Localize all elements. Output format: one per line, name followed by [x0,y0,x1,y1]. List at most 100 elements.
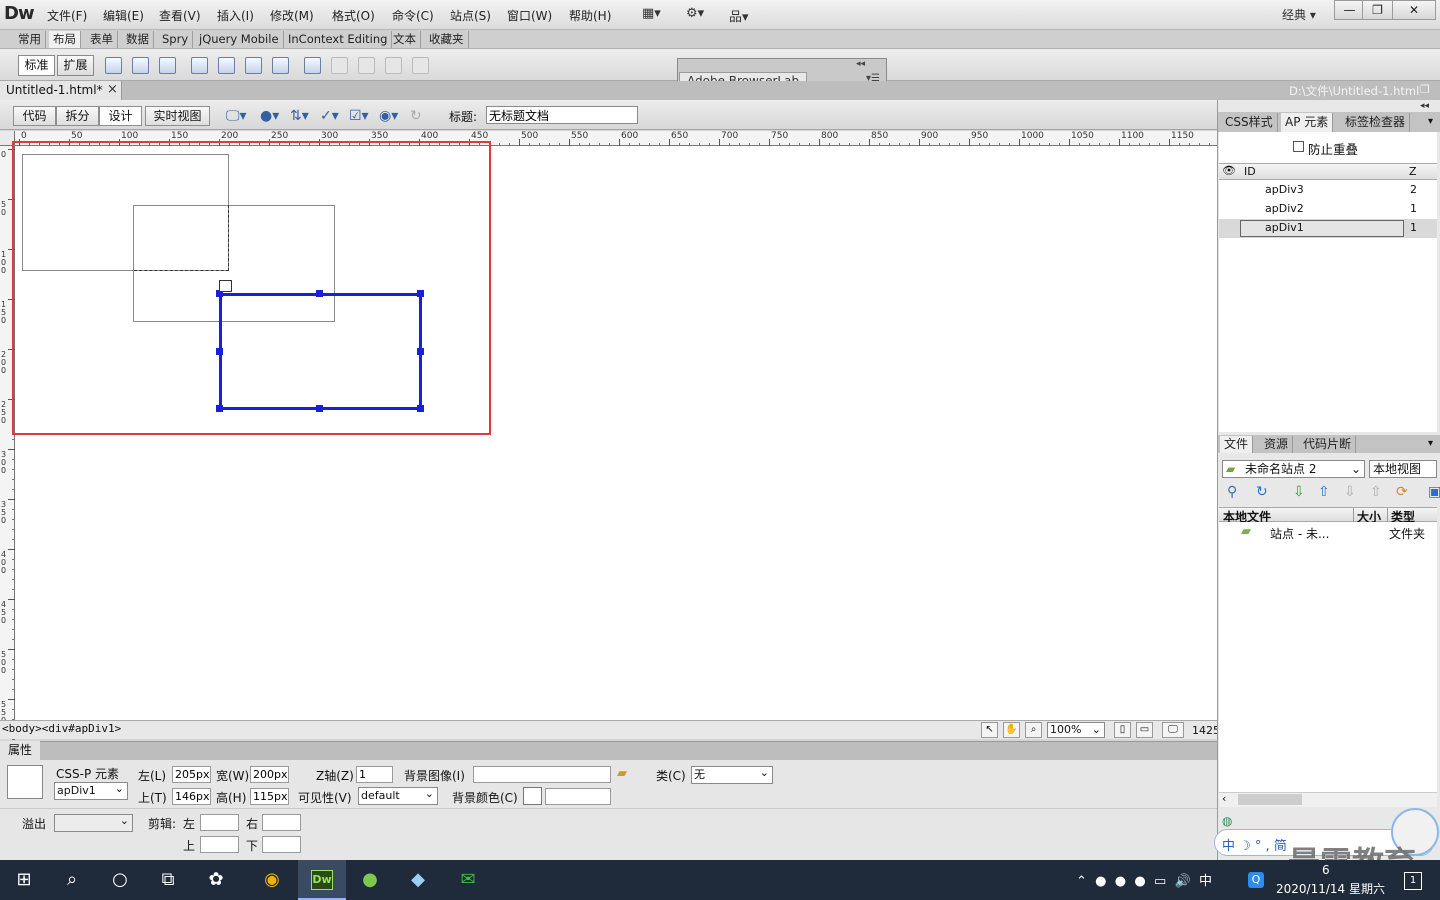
bg-image-input[interactable] [473,766,611,783]
spry-panel-icon[interactable] [272,57,289,74]
clip-left-input[interactable] [200,814,239,831]
scroll-left-icon[interactable]: ‹ [1222,792,1226,805]
close-button[interactable]: ✕ [1392,0,1436,20]
site-select[interactable]: 未命名站点 2 ⌄ [1222,460,1365,478]
view-select[interactable]: 本地视图 [1369,460,1437,478]
tab-tag-inspector[interactable]: 标签检查器 [1341,113,1411,132]
collapse-panels-icon[interactable]: ◂◂ [1420,101,1429,111]
height-input[interactable] [250,788,289,805]
top-input[interactable] [172,788,211,805]
windows-start-icon[interactable]: ⊞ [0,860,48,900]
spry-menubar-icon[interactable] [159,57,176,74]
hand-tool-icon[interactable]: ✋ [1003,722,1020,738]
menu-insert[interactable]: 插入(I) [217,7,254,24]
design-view-button[interactable]: 设计 [99,106,142,126]
properties-tab[interactable]: 属性 [0,741,40,760]
chrome-icon[interactable]: ◉ [248,860,296,900]
insert-tab-common[interactable]: 常用 [14,31,46,48]
melon-app-icon[interactable]: ● [346,860,394,900]
ap-row-apdiv2[interactable]: apDiv2 1 [1219,200,1437,219]
insert-div-icon[interactable] [105,57,122,74]
clip-right-input[interactable] [262,814,301,831]
bg-color-input[interactable] [545,788,611,805]
menu-modify[interactable]: 修改(M) [270,7,314,24]
menu-window[interactable]: 窗口(W) [507,7,552,24]
put-files-icon[interactable]: ⇧ [1318,484,1330,500]
cortana-icon[interactable]: ○ [96,860,144,900]
panel-menu-icon[interactable]: ▾ [1428,116,1433,127]
insert-tab-favorites[interactable]: 收藏夹 [425,31,469,48]
tablet-size-icon[interactable]: ▭ [1136,722,1153,738]
site-manager-icon[interactable]: 品▾ [729,6,749,25]
globe-icon[interactable]: ●▾ [260,108,279,124]
multiscreen-icon[interactable]: 🖵▾ [226,108,247,124]
tab-css-styles[interactable]: CSS样式 [1221,113,1278,132]
draw-ap-div-icon[interactable] [132,57,149,74]
document-tab[interactable]: Untitled-1.html* [0,81,122,100]
table-icon[interactable] [304,57,321,74]
pinwheel-app-icon[interactable]: ✿ [192,860,240,900]
standard-mode-button[interactable]: 标准 [18,55,55,76]
menu-file[interactable]: 文件(F) [47,7,87,24]
class-select[interactable]: 无 [691,765,773,784]
width-input[interactable] [250,766,289,783]
pointer-tool-icon[interactable]: ↖ [981,722,998,738]
clip-top-input[interactable] [200,836,239,853]
z-index-input[interactable] [356,766,393,783]
file-transfer-icon[interactable]: ⇅▾ [290,108,309,124]
split-view-button[interactable]: 拆分 [56,106,99,126]
collapse-icon[interactable]: ◂◂ [856,59,865,69]
page-title-input[interactable] [486,106,638,124]
insert-tab-text[interactable]: 文本 [389,31,421,48]
restore-button[interactable]: ❐ [1362,0,1393,20]
menu-format[interactable]: 格式(O) [332,7,375,24]
notepad-app-icon[interactable]: ◆ [394,860,442,900]
insert-tab-spry[interactable]: Spry [158,31,194,48]
spry-accordion-icon[interactable] [218,57,235,74]
color-swatch[interactable] [523,787,542,805]
tab-ap-elements[interactable]: AP 元素 [1281,113,1334,132]
menu-help[interactable]: 帮助(H) [569,7,611,24]
minimize-button[interactable]: — [1334,0,1365,20]
visual-aids-icon[interactable]: ◉▾ [379,108,398,124]
system-tray[interactable]: ⌃ ● ● ● ▭ 🔊 中 [1076,870,1212,889]
get-files-icon[interactable]: ⇩ [1293,484,1305,500]
refresh-icon[interactable]: ↻ [1256,484,1268,500]
zoom-tool-icon[interactable]: ⌕ [1025,722,1042,738]
tab-assets[interactable]: 资源 [1260,436,1294,453]
prevent-overlap-checkbox[interactable] [1293,141,1304,152]
spry-collapsible-icon[interactable] [245,57,262,74]
close-icon[interactable]: × [107,82,118,97]
insert-tab-incontext[interactable]: InContext Editing [284,31,393,48]
eye-icon[interactable]: 👁 [1222,164,1236,177]
insert-tab-data[interactable]: 数据 [122,31,154,48]
restore-doc-icon[interactable]: ❐ [1420,83,1430,96]
menu-view[interactable]: 查看(V) [159,7,201,24]
insert-tab-forms[interactable]: 表单 [86,31,118,48]
spry-tabbed-panels-icon[interactable] [191,57,208,74]
expand-icon[interactable]: ▣ [1428,484,1440,500]
notification-center-icon[interactable]: 1 [1404,872,1422,890]
insert-tab-jquery-mobile[interactable]: jQuery Mobile [195,31,284,48]
connect-icon[interactable]: ⚲ [1227,484,1237,500]
validate-icon[interactable]: ☑▾ [349,108,369,124]
element-id-select[interactable]: apDiv1 [54,781,128,800]
wechat-icon[interactable]: ✉ [444,860,492,900]
search-icon[interactable]: ⌕ [48,860,96,900]
tab-snippets[interactable]: 代码片断 [1299,436,1357,453]
gear-icon[interactable]: ⚙▾ [686,6,704,21]
clock-date[interactable]: 2020/11/14 星期六 [1276,880,1385,897]
file-row-site[interactable]: ▰ 站点 - 未... 文件夹 [1219,523,1437,541]
dreamweaver-taskbar-icon[interactable]: Dw [298,860,346,900]
log-icon[interactable]: ◍ [1222,814,1232,828]
live-view-button[interactable]: 实时视图 [145,106,210,126]
qq-icon[interactable]: Q [1248,872,1264,888]
visibility-select[interactable]: default [358,786,438,805]
synchronize-icon[interactable]: ⟳ [1396,484,1408,500]
ap-row-apdiv1[interactable]: apDiv1 1 [1219,219,1437,238]
desktop-size-icon[interactable]: 🖵 [1162,722,1184,738]
tab-files[interactable]: 文件 [1220,436,1254,453]
scrollbar-thumb[interactable] [1238,794,1302,805]
menu-commands[interactable]: 命令(C) [392,7,434,24]
layout-icon[interactable]: ▦▾ [642,6,661,21]
